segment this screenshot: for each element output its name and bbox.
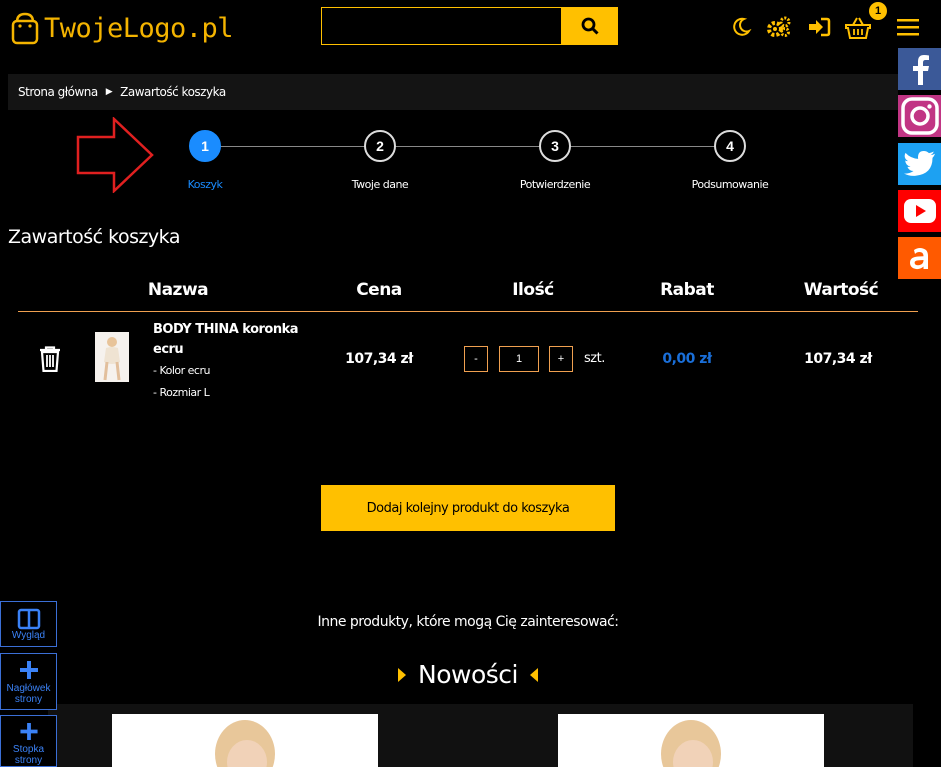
- other-products-heading: Inne produkty, które mogą Cię zaintereso…: [317, 614, 619, 630]
- quantity-increase-button[interactable]: +: [549, 346, 573, 372]
- add-another-product-button[interactable]: Dodaj kolejny produkt do koszyka: [321, 485, 615, 531]
- step-3-circle: 3: [539, 130, 571, 162]
- search-button[interactable]: [561, 7, 618, 45]
- gears-icon[interactable]: [766, 14, 792, 40]
- column-header-value: Wartość: [803, 280, 879, 300]
- product-card-image[interactable]: [112, 714, 378, 767]
- instagram-icon[interactable]: [898, 95, 941, 137]
- login-icon[interactable]: [806, 14, 832, 40]
- product-option-color: - Kolor ecru: [153, 364, 210, 377]
- quantity-unit: szt.: [584, 351, 605, 366]
- allegro-icon[interactable]: [898, 237, 941, 279]
- step-4-label: Podsumowanie: [691, 178, 769, 191]
- product-value: 107,34 zł: [804, 351, 872, 367]
- basket-icon[interactable]: [845, 15, 871, 41]
- new-products-title: Nowości: [418, 660, 518, 689]
- new-products-heading: Nowości: [0, 660, 936, 689]
- header-label: Nagłówek strony: [6, 683, 51, 705]
- product-card-image[interactable]: [558, 714, 824, 767]
- search-icon: [581, 17, 599, 35]
- column-header-discount: Rabat: [660, 280, 714, 300]
- quantity-input[interactable]: [499, 346, 539, 372]
- add-header-button[interactable]: Nagłówek strony: [0, 653, 57, 710]
- facebook-icon[interactable]: [898, 48, 941, 90]
- layout-button[interactable]: Wygląd: [0, 601, 57, 647]
- trash-icon[interactable]: [38, 346, 62, 372]
- logo-text: TwojeLogo.pl: [44, 12, 234, 44]
- plus-icon: [19, 661, 38, 679]
- breadcrumb-current: Zawartość koszyka: [120, 85, 226, 99]
- shopping-bag-icon: [11, 12, 39, 45]
- caret-right-icon: ▶: [105, 87, 113, 97]
- step-3-label: Potwierdzenie: [519, 178, 591, 191]
- add-footer-button[interactable]: Stopka strony: [0, 715, 57, 767]
- arrow-right-icon: [76, 117, 154, 193]
- column-header-quantity: Ilość: [512, 280, 554, 300]
- caret-right-icon: [398, 667, 407, 682]
- step-4-circle: 4: [714, 130, 746, 162]
- page-title: Zawartość koszyka: [8, 226, 181, 248]
- column-header-price: Cena: [356, 280, 402, 300]
- product-discount: 0,00 zł: [662, 351, 712, 367]
- menu-icon[interactable]: [895, 14, 921, 40]
- quantity-decrease-button[interactable]: -: [464, 346, 488, 372]
- product-price: 107,34 zł: [345, 351, 413, 367]
- plus-icon: [19, 722, 38, 741]
- breadcrumb: Strona główna ▶ Zawartość koszyka: [8, 74, 898, 110]
- logo[interactable]: TwojeLogo.pl: [10, 10, 234, 46]
- table-divider: [18, 311, 918, 312]
- youtube-icon[interactable]: [898, 190, 941, 232]
- search-input[interactable]: [321, 7, 561, 45]
- breadcrumb-home[interactable]: Strona główna: [18, 85, 98, 99]
- step-2-label: Twoje dane: [351, 178, 409, 191]
- step-1-circle: 1: [189, 130, 221, 162]
- product-name[interactable]: BODY THINA koronka ecru: [153, 320, 303, 360]
- step-2-circle: 2: [364, 130, 396, 162]
- columns-icon: [17, 608, 40, 630]
- product-option-size: - Rozmiar L: [153, 386, 210, 399]
- caret-left-icon: [529, 667, 538, 682]
- steps-line: [205, 146, 730, 147]
- step-1-label: Koszyk: [187, 178, 223, 191]
- twitter-icon[interactable]: [898, 143, 941, 185]
- cart-count-badge: 1: [869, 2, 887, 20]
- footer-label: Stopka strony: [12, 744, 45, 766]
- column-header-name: Nazwa: [147, 280, 209, 300]
- search-bar: [321, 7, 618, 45]
- layout-label: Wygląd: [11, 630, 46, 641]
- product-thumbnail[interactable]: [95, 332, 129, 382]
- moon-icon[interactable]: [728, 14, 754, 40]
